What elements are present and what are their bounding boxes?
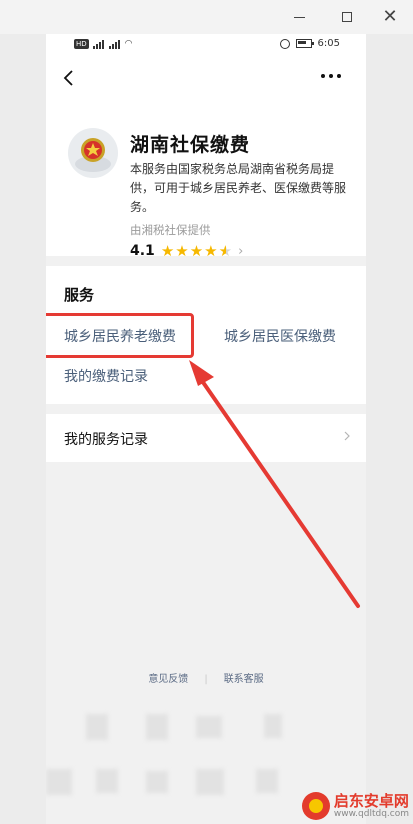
rating-value: 4.1 bbox=[130, 243, 155, 259]
chevron-right-icon bbox=[344, 431, 350, 441]
rating[interactable]: 4.1 ★ ★ ★ ★ ★ › bbox=[130, 243, 243, 259]
half-star-icon: ★ bbox=[218, 242, 233, 260]
close-icon[interactable]: ✕ bbox=[378, 6, 402, 28]
service-records-row[interactable]: 我的服务记录 bbox=[46, 414, 366, 462]
footer-links: 意见反馈 | 联系客服 bbox=[46, 670, 366, 685]
star-icon: ★ bbox=[160, 242, 175, 260]
minimize-icon[interactable] bbox=[288, 6, 312, 28]
back-icon[interactable] bbox=[60, 68, 80, 88]
maximize-icon[interactable] bbox=[336, 6, 360, 28]
wifi-icon: ◠ bbox=[124, 39, 133, 49]
tax-emblem-logo bbox=[68, 128, 118, 178]
services-section: 服务 城乡居民养老缴费 城乡居民医保缴费 我的缴费记录 bbox=[46, 266, 366, 404]
service-records-label: 我的服务记录 bbox=[64, 432, 148, 448]
highlight-box bbox=[46, 313, 194, 358]
app-description: 本服务由国家税务总局湖南省税务局提供，可用于城乡居民养老、医保缴费等服务。 bbox=[130, 162, 347, 214]
signal-icon-2 bbox=[108, 39, 121, 49]
blurred-area bbox=[46, 714, 366, 744]
star-icon: ★ bbox=[175, 242, 189, 260]
footer-divider: | bbox=[204, 674, 208, 685]
status-bar: HD ◠ 6:05 bbox=[46, 34, 366, 56]
support-link[interactable]: 联系客服 bbox=[224, 674, 264, 685]
watermark-icon bbox=[301, 792, 330, 820]
rating-stars: ★ ★ ★ ★ ★ bbox=[160, 242, 233, 260]
star-icon: ★ bbox=[204, 242, 218, 260]
alarm-icon bbox=[279, 38, 290, 49]
app-header-card: 湖南社保缴费 本服务由国家税务总局湖南省税务局提供，可用于城乡居民养老、医保缴费… bbox=[46, 56, 366, 259]
star-icon: ★ bbox=[189, 242, 204, 260]
signal-icon bbox=[92, 39, 105, 49]
app-title: 湖南社保缴费 bbox=[130, 134, 251, 156]
feedback-link[interactable]: 意见反馈 bbox=[148, 674, 188, 685]
battery-icon bbox=[295, 39, 314, 48]
chevron-right-icon: › bbox=[238, 243, 244, 259]
phone-screen: HD ◠ 6:05 湖南社保缴费 本服务由国家税务总局湖南省税务局提供，可用于城… bbox=[46, 34, 366, 824]
service-payment-records[interactable]: 我的缴费记录 bbox=[64, 366, 148, 386]
status-time: 6:05 bbox=[317, 38, 340, 49]
more-icon[interactable] bbox=[321, 74, 341, 78]
hd-indicator: HD bbox=[74, 39, 89, 49]
window-controls: ✕ bbox=[0, 0, 413, 34]
provider-text: 由湘税社保提供 bbox=[130, 223, 211, 237]
service-medical-payment[interactable]: 城乡居民医保缴费 bbox=[224, 326, 336, 346]
services-title: 服务 bbox=[64, 286, 95, 304]
watermark-url: www.qdltdq.com bbox=[333, 808, 409, 819]
watermark-title: 启东安卓网 bbox=[333, 791, 409, 810]
watermark-logo: 启东安卓网 www.qdltdq.com bbox=[301, 791, 409, 820]
